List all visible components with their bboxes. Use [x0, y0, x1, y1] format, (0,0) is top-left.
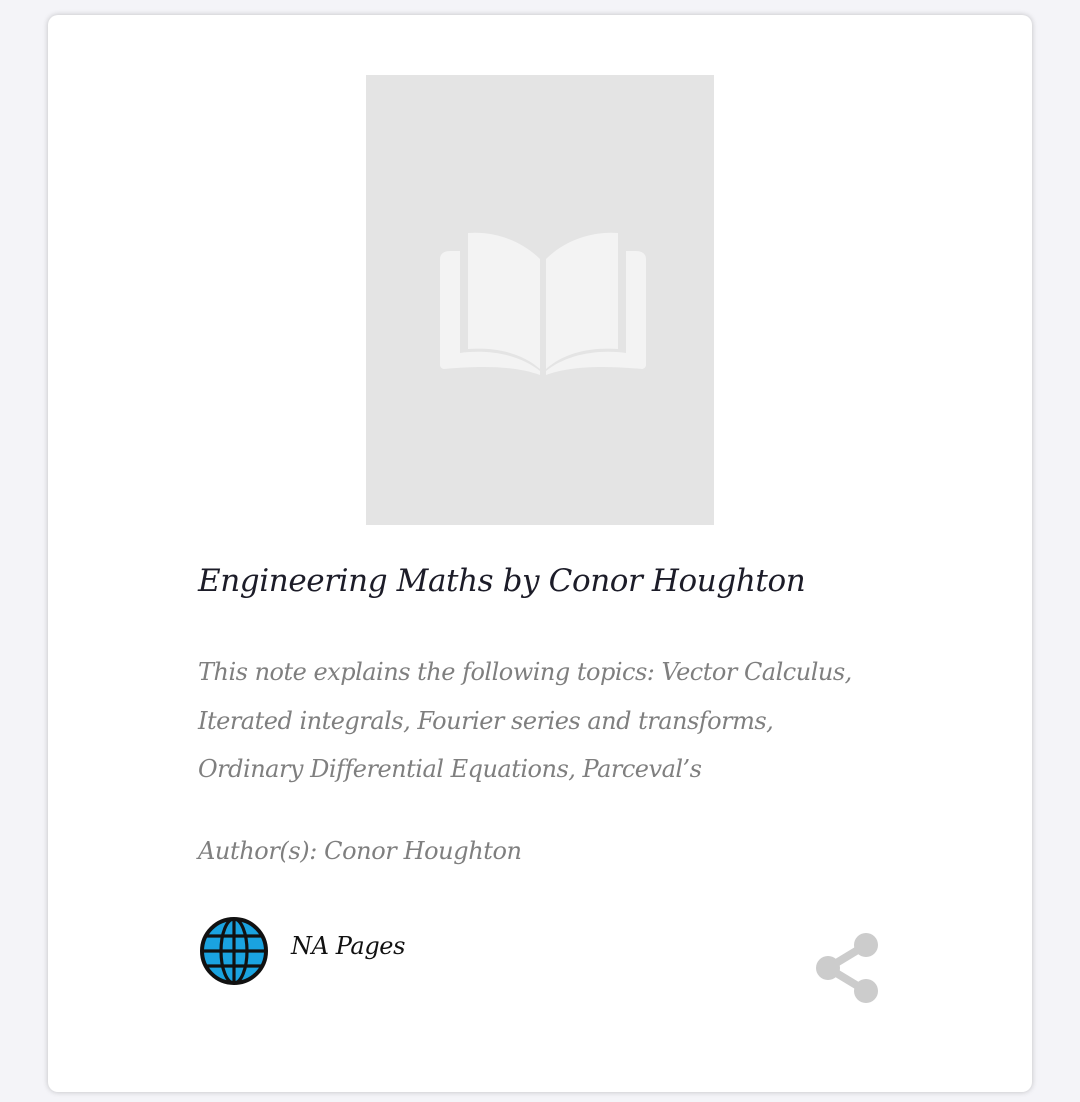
book-description: This note explains the following topics:… — [198, 658, 852, 783]
book-cover-placeholder[interactable] — [366, 75, 714, 525]
pages-label: NA Pages — [291, 932, 406, 960]
book-card: Engineering Maths by Conor Houghton This… — [48, 15, 1032, 1092]
book-author: Author(s): Conor Houghton — [198, 837, 522, 865]
card-footer: NA Pages — [198, 915, 884, 1005]
globe-icon — [200, 917, 268, 985]
open-book-icon — [440, 232, 646, 375]
book-title[interactable]: Engineering Maths by Conor Houghton — [198, 563, 918, 599]
share-icon[interactable] — [808, 929, 884, 1005]
